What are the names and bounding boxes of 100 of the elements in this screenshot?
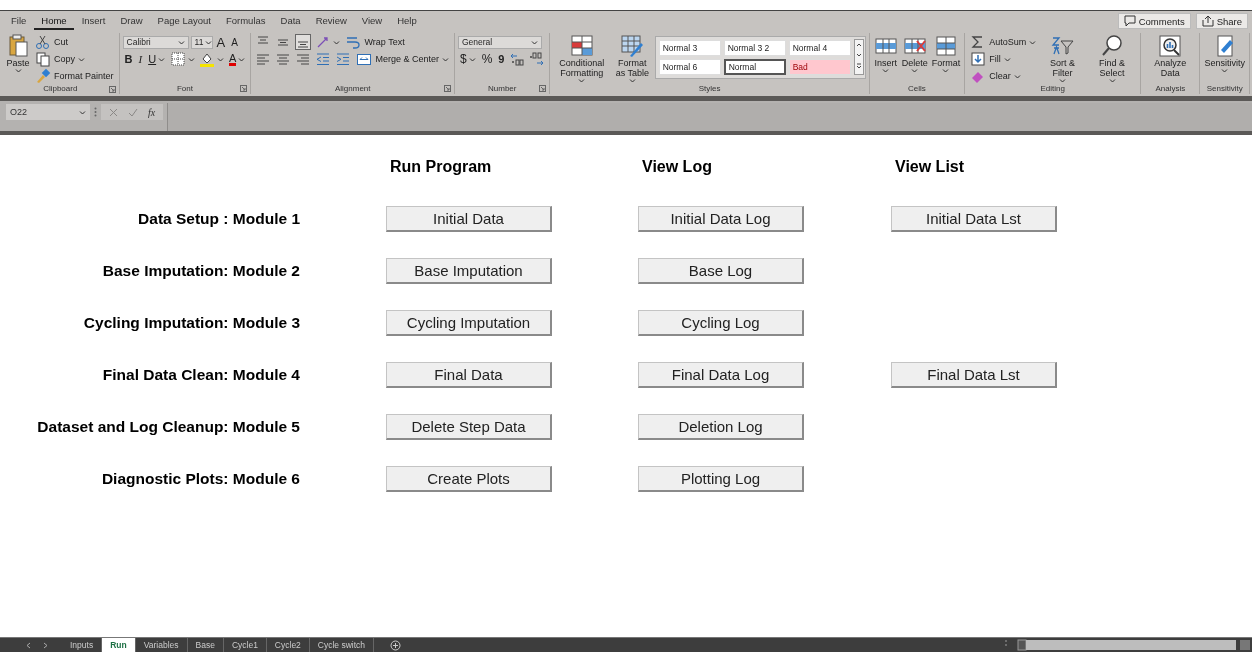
field-value: General xyxy=(462,37,493,47)
dropdown-field[interactable]: Calibri xyxy=(122,35,189,49)
italic-button[interactable]: I xyxy=(136,53,145,65)
ribbon-tab[interactable]: Help xyxy=(390,12,424,30)
ribbon-button[interactable]: Copy xyxy=(33,51,87,67)
ribbon-tab[interactable]: View xyxy=(354,12,390,30)
ribbon-button[interactable]: Sensitivity xyxy=(1203,33,1246,74)
macro-button[interactable]: Initial Data Log xyxy=(638,206,804,232)
ribbon-button[interactable]: Clear xyxy=(968,68,1023,84)
cancel-icon[interactable] xyxy=(109,107,118,117)
font-color-button[interactable]: A xyxy=(227,52,248,66)
ribbon-button[interactable]: Conditional Formatting xyxy=(553,33,610,84)
macro-button[interactable]: Initial Data Lst xyxy=(891,206,1057,232)
launcher-icon[interactable] xyxy=(108,86,116,93)
cell-style[interactable]: Normal 3 2 xyxy=(723,40,786,56)
group-label: Sensitivity xyxy=(1206,83,1243,94)
icon-button[interactable] xyxy=(169,51,197,67)
add-sheet-icon[interactable] xyxy=(390,640,402,651)
ribbon-tab[interactable]: Home xyxy=(34,12,74,30)
column-heading: View List xyxy=(894,157,966,177)
merge-cells-icon xyxy=(356,51,373,67)
module-label: Cycling Imputation: Module 3 xyxy=(82,313,301,333)
ribbon-button[interactable]: Delete xyxy=(900,33,929,74)
ribbon-action-button[interactable]: Comments xyxy=(1117,13,1191,29)
dropdown-field[interactable]: General xyxy=(458,35,542,49)
shrink-font-button[interactable]: A xyxy=(229,36,240,48)
macro-button[interactable]: Plotting Log xyxy=(638,466,804,492)
icon-button[interactable] xyxy=(294,34,313,50)
ribbon-button[interactable]: Cut xyxy=(33,34,70,50)
launcher-icon[interactable] xyxy=(444,85,451,92)
macro-button[interactable]: Final Data Log xyxy=(638,362,804,388)
grow-font-button[interactable]: A xyxy=(214,34,228,50)
ribbon-button[interactable]: Merge & Center xyxy=(354,51,451,67)
macro-button[interactable]: Delete Step Data xyxy=(386,414,552,440)
group-label: Clipboard xyxy=(43,84,78,94)
cell-style[interactable]: Normal 6 xyxy=(658,59,721,75)
ribbon-button[interactable]: Format xyxy=(930,33,962,74)
insert-function-button[interactable]: fx xyxy=(148,106,156,118)
ribbon-tab[interactable]: Review xyxy=(308,12,354,30)
ribbon-action-button[interactable]: Share xyxy=(1195,13,1248,29)
column-heading: Run Program xyxy=(389,157,493,177)
horizontal-scrollbar[interactable] xyxy=(1004,638,1252,652)
ribbon-button[interactable]: Insert xyxy=(872,33,899,74)
icon-button[interactable] xyxy=(198,51,226,67)
ribbon-tab[interactable]: Page Layout xyxy=(150,12,218,30)
ribbon-button[interactable]: Analyze Data xyxy=(1144,33,1197,79)
scroll-left-icon[interactable] xyxy=(26,641,31,649)
bold-button[interactable]: B xyxy=(122,53,135,65)
cell-style[interactable]: Normal xyxy=(723,59,786,75)
sheet-tab[interactable]: Run xyxy=(102,638,136,652)
scroll-right-icon[interactable] xyxy=(43,641,48,649)
icon-button[interactable] xyxy=(508,51,527,67)
module-label: Base Imputation: Module 2 xyxy=(101,261,301,281)
ribbon-button[interactable]: Fill xyxy=(968,51,1013,67)
sheet-tab[interactable]: Cycle1 xyxy=(223,638,267,652)
launcher-icon[interactable] xyxy=(240,85,248,92)
ribbon-button[interactable]: Format Painter xyxy=(33,68,116,84)
macro-button[interactable]: Cycling Imputation xyxy=(386,310,552,336)
ribbon-tab[interactable]: Data xyxy=(273,12,308,30)
macro-button[interactable]: Base Imputation xyxy=(386,258,552,284)
sheet-tab[interactable]: Cycle switch xyxy=(309,638,375,652)
fill-down-icon xyxy=(970,51,987,67)
ribbon-button[interactable]: Find & Select xyxy=(1086,33,1138,84)
launcher-icon[interactable] xyxy=(539,85,547,92)
group-label: Font xyxy=(177,83,193,94)
formula-input[interactable] xyxy=(167,103,1252,131)
ribbon-button[interactable]: Sort & Filter xyxy=(1040,33,1085,84)
sheet-tab[interactable]: Base xyxy=(187,638,224,652)
macro-button[interactable]: Create Plots xyxy=(386,466,552,492)
currency-button[interactable]: $ xyxy=(458,52,478,66)
ribbon-tab[interactable]: Formulas xyxy=(218,12,273,30)
macro-button[interactable]: Cycling Log xyxy=(638,310,804,336)
ribbon-tab[interactable]: Insert xyxy=(74,12,113,30)
macro-button[interactable]: Base Log xyxy=(638,258,804,284)
dropdown-field[interactable]: 11 xyxy=(190,35,213,49)
cell-style[interactable]: Bad xyxy=(788,59,851,75)
ribbon-tab[interactable]: File xyxy=(4,12,34,30)
sheet-tab[interactable]: Cycle2 xyxy=(266,638,310,652)
macro-button[interactable]: Initial Data xyxy=(386,206,552,232)
cell-style[interactable]: Normal 3 xyxy=(658,40,721,56)
ribbon-button[interactable]: Paste xyxy=(5,33,31,74)
group-label: Alignment xyxy=(334,83,371,94)
ribbon-tab[interactable]: Draw xyxy=(113,12,150,30)
macro-button[interactable]: Final Data Lst xyxy=(891,362,1057,388)
macro-button[interactable]: Deletion Log xyxy=(638,414,804,440)
check-icon[interactable] xyxy=(128,107,138,117)
name-box[interactable]: O22 xyxy=(6,104,90,120)
percent-button[interactable]: % xyxy=(479,52,495,66)
macro-button[interactable]: Final Data xyxy=(386,362,552,388)
cell-style[interactable]: Normal 4 xyxy=(788,40,851,56)
comma-style-button[interactable]: 9 xyxy=(496,53,507,65)
caret-icon xyxy=(531,39,538,45)
gallery-scroll-icon[interactable] xyxy=(853,39,864,75)
align-center-icon xyxy=(275,51,292,67)
ribbon-button[interactable]: AutoSum xyxy=(968,34,1039,50)
underline-button[interactable]: U xyxy=(146,53,168,65)
ribbon-button[interactable]: Wrap Text xyxy=(343,34,407,50)
sheet-tab[interactable]: Variables xyxy=(135,638,188,652)
module-label: Diagnostic Plots: Module 6 xyxy=(100,469,301,489)
ribbon-button[interactable]: Format as Table xyxy=(611,33,653,84)
